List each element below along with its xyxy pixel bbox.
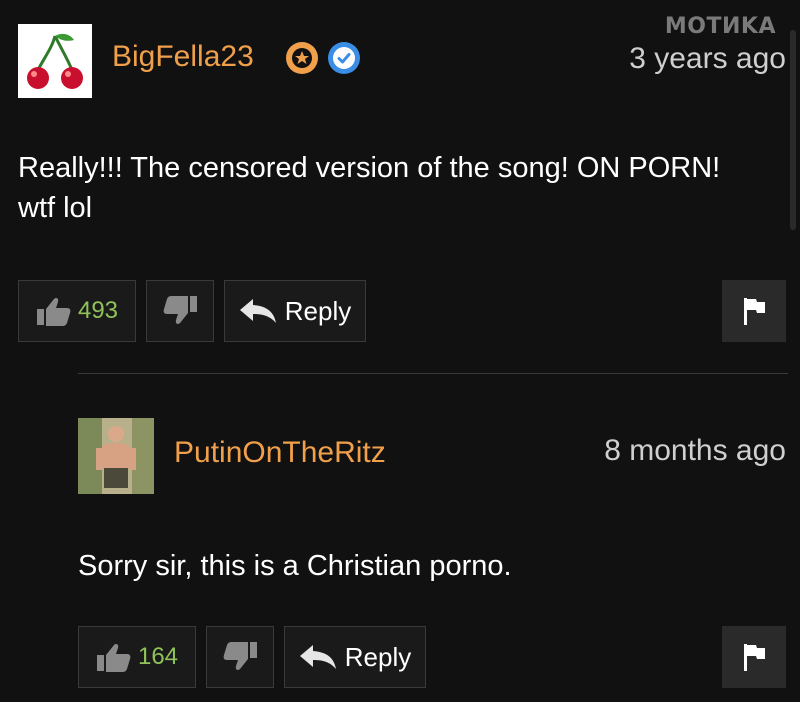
flag-button[interactable] xyxy=(722,626,786,688)
like-button[interactable]: 493 xyxy=(18,280,136,342)
flag-button[interactable] xyxy=(722,280,786,342)
comment-actions: 164 Reply xyxy=(78,626,788,690)
flag-icon xyxy=(744,298,765,325)
verified-badge-icon xyxy=(328,42,360,74)
reply-divider xyxy=(78,373,788,374)
like-count: 493 xyxy=(77,297,119,324)
like-count: 164 xyxy=(137,643,179,670)
reply-arrow-icon xyxy=(239,299,276,323)
reply-arrow-icon xyxy=(299,645,336,669)
reply-button[interactable]: Reply xyxy=(224,280,366,342)
reply-label: Reply xyxy=(284,295,352,326)
flag-icon xyxy=(744,644,765,671)
cherries-icon xyxy=(27,33,83,89)
like-button[interactable]: 164 xyxy=(78,626,196,688)
comment-bigfella23: BigFella23 3 years ago Really!!! The cen… xyxy=(18,24,790,344)
thumbs-down-icon xyxy=(163,296,197,324)
username[interactable]: PutinOnTheRitz xyxy=(174,436,386,470)
avatar[interactable] xyxy=(18,24,92,98)
username[interactable]: BigFella23 xyxy=(112,40,254,74)
thumbs-up-icon xyxy=(96,644,131,672)
reply-label: Reply xyxy=(344,641,412,672)
reply-button[interactable]: Reply xyxy=(284,626,426,688)
comment-text: Sorry sir, this is a Christian porno. xyxy=(78,550,512,582)
timestamp: 8 months ago xyxy=(604,434,786,467)
comment-putinontheritz: PutinOnTheRitz 8 months ago Sorry sir, t… xyxy=(78,418,788,690)
comment-header: PutinOnTheRitz 8 months ago xyxy=(78,418,788,494)
avatar[interactable] xyxy=(78,418,154,494)
dislike-button[interactable] xyxy=(146,280,214,342)
thumbs-up-icon xyxy=(36,298,71,326)
comment-header: BigFella23 3 years ago xyxy=(18,24,790,100)
dislike-button[interactable] xyxy=(206,626,274,688)
star-badge-icon xyxy=(286,42,318,74)
thumbs-down-icon xyxy=(223,642,257,670)
timestamp: 3 years ago xyxy=(629,42,786,75)
scrollbar[interactable] xyxy=(790,30,796,230)
comment-text: Really!!! The censored version of the so… xyxy=(18,152,721,224)
comment-actions: 493 Reply xyxy=(18,280,790,344)
profile-photo xyxy=(78,418,154,494)
